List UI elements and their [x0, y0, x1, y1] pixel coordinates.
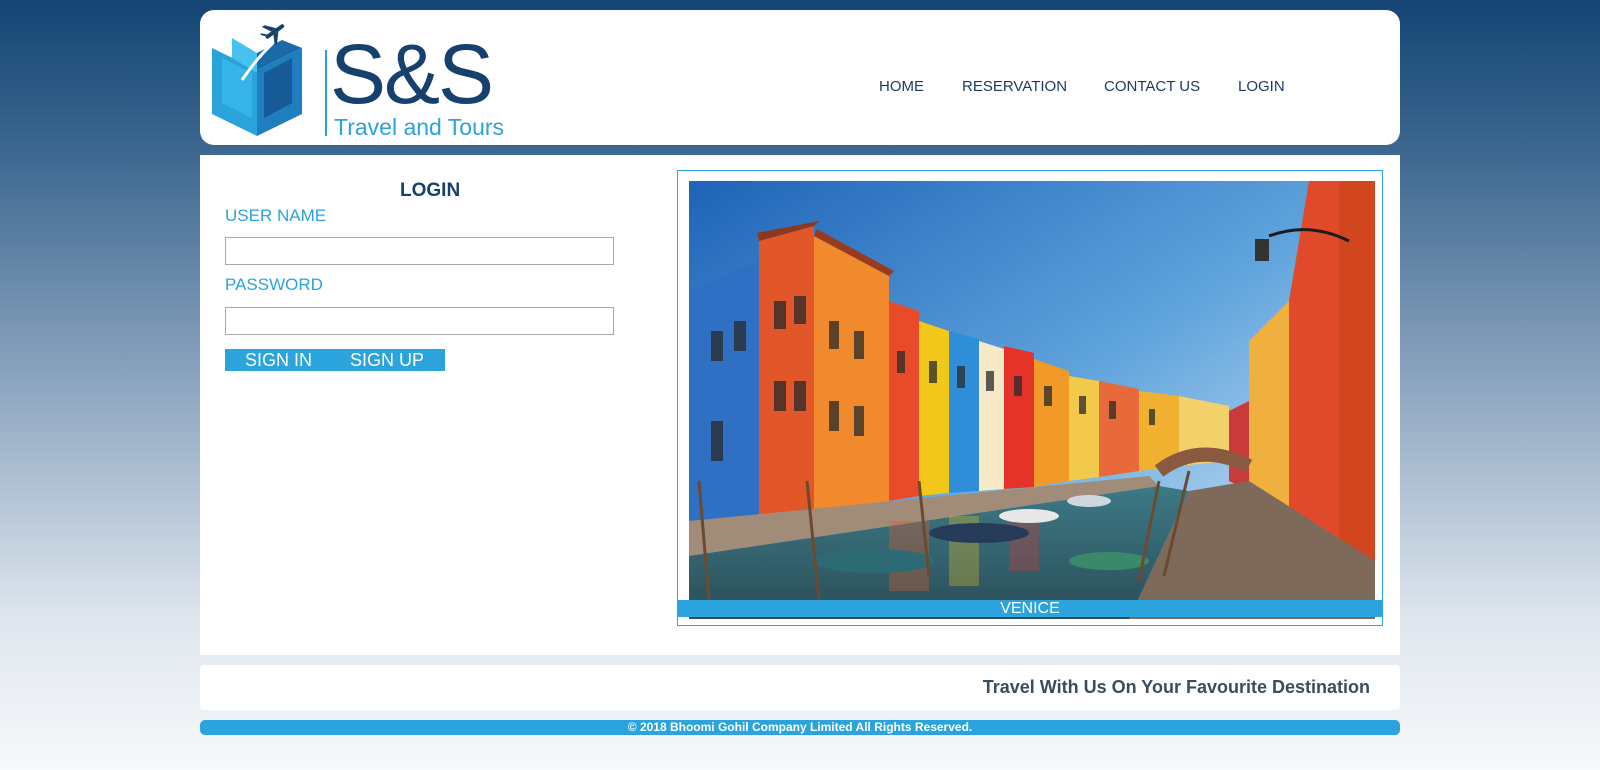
slideshow-frame: VENICE	[677, 170, 1383, 626]
nav-home[interactable]: HOME	[879, 78, 924, 95]
tagline-text: Travel With Us On Your Favourite Destina…	[982, 677, 1370, 697]
password-input[interactable]	[225, 307, 614, 335]
slideshow-caption: VENICE	[678, 600, 1382, 617]
username-label: USER NAME	[225, 206, 327, 225]
password-label: PASSWORD	[225, 275, 323, 294]
logo-divider	[325, 50, 327, 136]
tagline-bar: Travel With Us On Your Favourite Destina…	[200, 665, 1400, 710]
site-logo[interactable]: S&S Travel and Tours	[212, 18, 512, 142]
sign-up-button[interactable]: SIGN UP	[350, 349, 424, 371]
logo-tagline-text: Travel and Tours	[334, 114, 505, 140]
sign-in-button[interactable]: SIGN IN	[245, 349, 312, 371]
main-content: LOGIN USER NAME PASSWORD SIGN IN SIGN UP	[200, 155, 1400, 655]
venice-photo	[689, 181, 1375, 619]
site-header: S&S Travel and Tours HOME RESERVATION CO…	[200, 10, 1400, 145]
plane-logo-icon	[212, 24, 302, 136]
nav-reservation[interactable]: RESERVATION	[962, 78, 1067, 95]
logo-brand-text: S&S	[330, 27, 494, 121]
nav-contact-us[interactable]: CONTACT US	[1104, 78, 1200, 95]
login-button-group: SIGN IN SIGN UP	[225, 349, 445, 371]
nav-login[interactable]: LOGIN	[1238, 78, 1285, 95]
login-title: LOGIN	[400, 180, 461, 201]
footer-copyright: © 2018 Bhoomi Gohil Company Limited All …	[200, 720, 1400, 735]
username-input[interactable]	[225, 237, 614, 265]
